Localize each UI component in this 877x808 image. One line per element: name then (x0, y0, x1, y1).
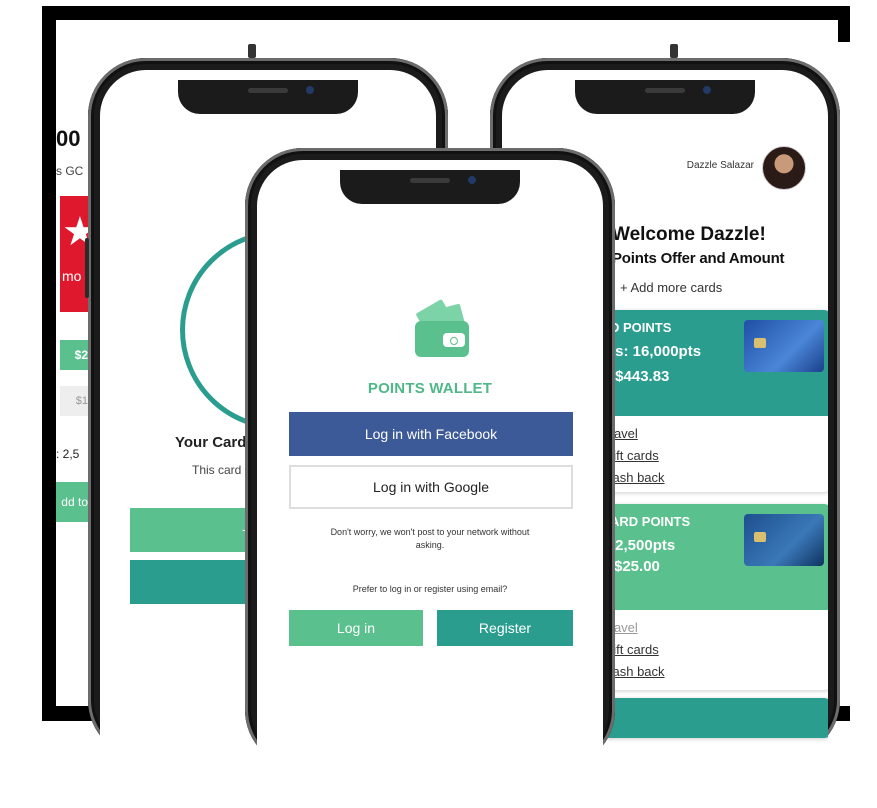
user-name: Dazzle Salazar (686, 160, 754, 171)
redeem-travel-link[interactable]: travel (606, 426, 828, 441)
peek-points-text: : 2,5 (56, 447, 80, 461)
add-more-cards-link[interactable]: + Add more cards (620, 280, 722, 295)
antenna-top (248, 44, 256, 58)
redeem-cash-back-link[interactable]: cash back (606, 664, 828, 679)
phone-center-screen: POINTS WALLET Log in with Facebook Log i… (257, 160, 603, 808)
notch (178, 80, 358, 114)
login-button[interactable]: Log in (289, 610, 423, 646)
facebook-login-button[interactable]: Log in with Facebook (289, 412, 573, 456)
redeem-gift-cards-link[interactable]: gift cards (606, 642, 828, 657)
redeem-options: travel gift cards cash back (602, 610, 828, 690)
antenna-top (670, 44, 678, 58)
card-added-title: Your Card (175, 434, 247, 451)
google-login-button[interactable]: Log in with Google (289, 465, 573, 509)
frame-left (42, 6, 56, 718)
card-added-subtitle: This card (192, 463, 242, 477)
privacy-note: Don't worry, we won't post to your netwo… (330, 527, 530, 550)
rewards-card[interactable]: D POINTS ds: 16,000pts : $443.83 travel … (602, 310, 828, 492)
rewards-card-partial[interactable] (602, 698, 828, 738)
app-brand-name: POINTS WALLET (367, 380, 493, 397)
rewards-card[interactable]: ARD POINTS : 2,500pts $25.00 travel gift… (602, 504, 828, 690)
redeem-cash-back-link[interactable]: cash back (606, 470, 828, 485)
peek-price-tag: $2 (60, 340, 90, 370)
avatar[interactable] (762, 146, 806, 190)
peek-amount-input[interactable]: $1 (60, 386, 90, 416)
peek-heading: 00 (56, 126, 81, 151)
rewards-card-header: ARD POINTS : 2,500pts $25.00 (602, 504, 828, 610)
rewards-card-header: D POINTS ds: 16,000pts : $443.83 (602, 310, 828, 416)
redeem-options: travel gift cards cash back (602, 416, 828, 492)
welcome-heading: Welcome Dazzle! (612, 224, 766, 245)
credit-card-image (744, 514, 824, 566)
redeem-travel-link[interactable]: travel (606, 620, 828, 635)
register-button[interactable]: Register (437, 610, 573, 646)
frame-right (838, 6, 850, 42)
credit-card-image (744, 320, 824, 372)
peek-logo-text: mo (62, 268, 82, 284)
peek-subtext: s GC (56, 164, 84, 178)
notch (340, 170, 520, 204)
frame-top (42, 6, 850, 20)
peek-add-button[interactable]: dd to (56, 482, 90, 522)
notch (575, 80, 755, 114)
phone-center: POINTS WALLET Log in with Facebook Log i… (245, 148, 615, 808)
offer-heading: Points Offer and Amount (612, 250, 785, 267)
wallet-logo-icon (413, 298, 471, 357)
email-prompt: Prefer to log in or register using email… (352, 584, 508, 594)
redeem-gift-cards-link[interactable]: gift cards (606, 448, 828, 463)
side-button (85, 238, 89, 298)
